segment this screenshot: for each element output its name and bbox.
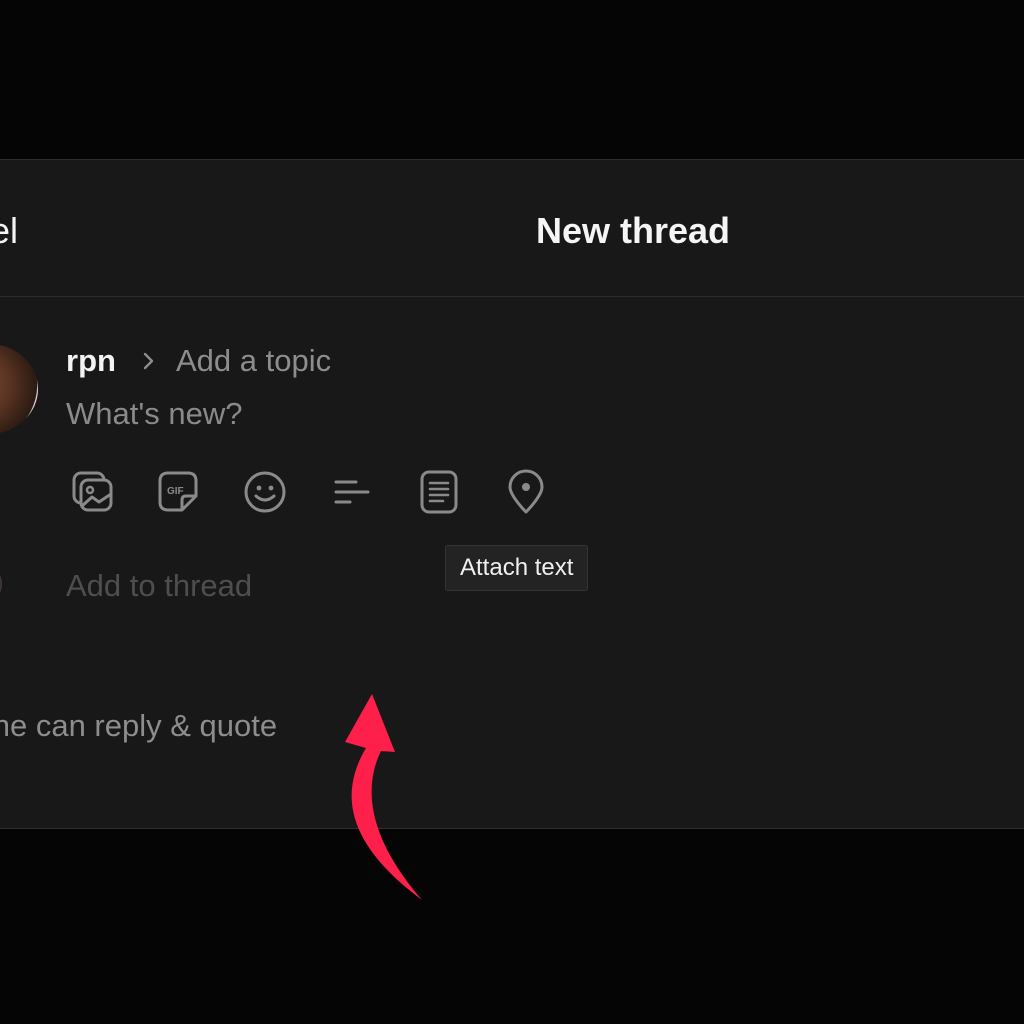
poll-icon[interactable] [328, 468, 376, 516]
attach-text-tooltip: Attach text [445, 545, 589, 591]
screen: ncel New thread rpn Add a topic What's n… [0, 0, 1024, 1024]
chevron-right-icon [143, 352, 154, 370]
reply-setting-button[interactable]: yone can reply & quote [0, 708, 277, 744]
location-icon[interactable] [502, 468, 550, 516]
thread-text-input[interactable]: What's new? [66, 396, 243, 432]
add-to-thread-input[interactable]: Add to thread [66, 568, 252, 604]
svg-text:GIF: GIF [167, 486, 184, 497]
username: rpn [66, 343, 116, 378]
attach-text-icon[interactable] [415, 468, 463, 516]
gif-icon[interactable]: GIF [154, 468, 202, 516]
gallery-icon[interactable] [68, 468, 116, 516]
dialog-header: ncel New thread [0, 160, 1024, 297]
new-thread-dialog: ncel New thread rpn Add a topic What's n… [0, 159, 1024, 900]
dialog-title: New thread [536, 210, 731, 251]
emoji-icon[interactable] [241, 468, 289, 516]
avatar-small [0, 567, 2, 601]
annotation-arrow-icon [345, 694, 422, 900]
topic-input[interactable]: Add a topic [176, 343, 331, 379]
avatar [0, 344, 38, 434]
cancel-button[interactable]: ncel [0, 210, 18, 252]
